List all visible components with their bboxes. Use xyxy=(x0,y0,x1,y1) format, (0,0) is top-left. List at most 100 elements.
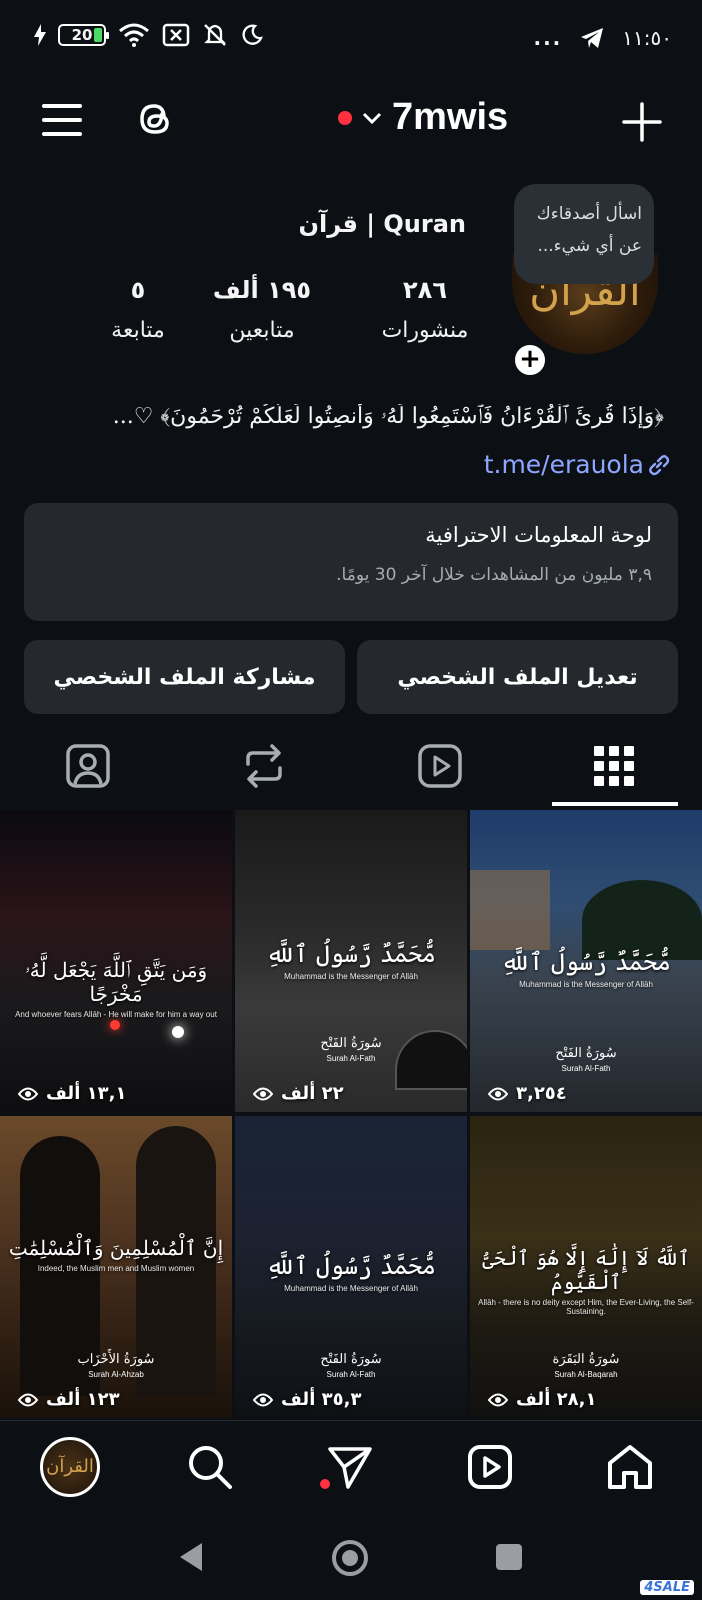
home-icon[interactable] xyxy=(604,1441,656,1493)
threads-icon[interactable] xyxy=(134,98,176,140)
watermark: 4SALE xyxy=(640,1580,694,1595)
telegram-icon xyxy=(581,28,604,48)
post-tile[interactable]: مُّحَمَّدٌ رَّسُولُ ٱللَّهِ Muhammad is … xyxy=(470,810,702,1112)
post-title: مُّحَمَّدٌ رَّسُولُ ٱللَّهِ xyxy=(501,948,671,976)
post-surah: سُورَةُ الأَحْزَاب xyxy=(77,1352,155,1367)
view-count: ٢٨,١ ألف xyxy=(488,1389,596,1410)
sim-off-icon xyxy=(162,23,190,47)
post-text: ٱللَّهُ لَآ إِلَٰهَ إِلَّا هُوَ ٱلْحَىُّ… xyxy=(470,1246,702,1316)
eye-icon xyxy=(488,1393,508,1406)
profile-avatar-tab[interactable]: القرآن xyxy=(40,1437,100,1497)
tagged-icon[interactable] xyxy=(62,740,114,792)
post-translation: Allāh - there is no deity except Him, th… xyxy=(478,1298,694,1316)
post-translation: And whoever fears Allāh - He will make f… xyxy=(15,1010,217,1019)
wifi-icon xyxy=(119,23,149,47)
car-light-shape xyxy=(110,1020,120,1030)
stat-posts[interactable]: ٢٨٦ منشورات xyxy=(355,276,495,343)
eye-icon xyxy=(253,1393,273,1406)
post-tile[interactable]: وَمَن يَتَّقِ ٱللَّهَ يَجْعَل لَّهُۥ مَخ… xyxy=(0,810,232,1112)
post-grid: مُّحَمَّدٌ رَّسُولُ ٱللَّهِ Muhammad is … xyxy=(0,810,702,1418)
direct-icon[interactable] xyxy=(324,1441,376,1493)
post-translation: Muhammad is the Messenger of Allāh xyxy=(284,1284,418,1293)
reposts-icon[interactable] xyxy=(238,740,290,792)
bottom-nav: القرآن xyxy=(0,1420,702,1514)
account-switcher[interactable]: 7mwis xyxy=(338,96,508,139)
post-tile[interactable]: مُّحَمَّدٌ رَّسُولُ ٱللَّهِ Muhammad is … xyxy=(235,1116,467,1418)
post-surah-en: Surah Al-Fath xyxy=(326,1054,376,1063)
post-title: وَمَن يَتَّقِ ٱللَّهَ يَجْعَل لَّهُۥ مَخ… xyxy=(24,958,208,1006)
post-surah-en: Surah Al-Ahzab xyxy=(88,1370,144,1379)
recents-icon[interactable] xyxy=(494,1542,524,1572)
note-bubble[interactable]: اسأل أصدقاءك عن أي شيء... xyxy=(514,184,654,284)
menu-icon[interactable] xyxy=(42,102,82,138)
top-bar: 7mwis xyxy=(0,82,702,162)
post-translation: Muhammad is the Messenger of Allāh xyxy=(284,972,418,981)
share-profile-button[interactable]: مشاركة الملف الشخصي xyxy=(24,640,345,714)
eye-icon xyxy=(253,1087,273,1100)
stat-followers-label: متابعين xyxy=(229,318,295,343)
view-count-value: ١٢٣ ألف xyxy=(46,1389,120,1410)
view-count-value: ١٣,١ ألف xyxy=(46,1083,127,1104)
create-post-icon[interactable] xyxy=(622,102,662,142)
post-surah-en: Surah Al-Baqarah xyxy=(554,1370,618,1379)
post-translation: Indeed, the Muslim men and Muslim women xyxy=(37,1264,195,1273)
status-left: 20 xyxy=(34,22,264,48)
profile-link[interactable]: t.me/erauola xyxy=(484,450,672,479)
post-surah: سُورَةُ الفَتْح xyxy=(555,1046,617,1061)
post-tile[interactable]: إِنَّ ٱلْمُسْلِمِينَ وَٱلْمُسْلِمَٰتِ In… xyxy=(0,1116,232,1418)
view-count: ٢٢ ألف xyxy=(253,1083,344,1104)
view-count-value: ٣,٢٥٤ xyxy=(516,1083,567,1104)
search-icon[interactable] xyxy=(184,1441,236,1493)
more-dots: ... xyxy=(533,26,563,50)
dashboard-title: لوحة المعلومات الاحترافية xyxy=(425,523,652,547)
view-count-value: ٣٥,٣ ألف xyxy=(281,1389,362,1410)
post-surah: سُورَةُ الفَتْح xyxy=(320,1036,382,1051)
profile-tabs xyxy=(0,726,702,808)
building-shape xyxy=(470,870,550,950)
post-text: وَمَن يَتَّقِ ٱللَّهَ يَجْعَل لَّهُۥ مَخ… xyxy=(0,958,232,1019)
post-text: إِنَّ ٱلْمُسْلِمِينَ وَٱلْمُسْلِمَٰتِ In… xyxy=(0,1236,232,1273)
add-story-icon[interactable]: + xyxy=(512,342,548,378)
post-title: ٱللَّهُ لَآ إِلَٰهَ إِلَّا هُوَ ٱلْحَىُّ… xyxy=(482,1246,690,1294)
profile-bio[interactable]: ﴿وَإِذَا قُرِئَ ٱلْقُرْءَانُ فَٱسْتَمِعُ… xyxy=(34,404,664,429)
back-icon[interactable] xyxy=(176,1540,206,1574)
stat-following-value: ٥ xyxy=(130,276,146,304)
post-surah-en: Surah Al-Fath xyxy=(326,1370,376,1379)
battery-icon: 20 xyxy=(58,24,109,46)
status-right: ... ١١:٥٠ xyxy=(533,26,672,50)
username: 7mwis xyxy=(392,96,509,138)
stat-following-label: متابعة xyxy=(111,318,165,343)
profile-link-text: t.me/erauola xyxy=(483,450,644,479)
grid-icon[interactable] xyxy=(588,740,640,792)
post-surah: سُورَةُ الفَتْح xyxy=(320,1352,382,1367)
chevron-down-icon xyxy=(362,112,382,124)
notification-dot xyxy=(338,110,352,125)
view-count-value: ٢٨,١ ألف xyxy=(516,1389,597,1410)
post-title: إِنَّ ٱلْمُسْلِمِينَ وَٱلْمُسْلِمَٰتِ xyxy=(8,1236,224,1260)
view-count: ٣٥,٣ ألف xyxy=(253,1389,361,1410)
reels-icon[interactable] xyxy=(464,1441,516,1493)
professional-dashboard[interactable]: لوحة المعلومات الاحترافية ٣,٩ مليون من ا… xyxy=(24,503,678,621)
stat-posts-value: ٢٨٦ xyxy=(403,276,447,304)
active-tab-indicator xyxy=(552,802,678,806)
post-text: مُّحَمَّدٌ رَّسُولُ ٱللَّهِ Muhammad is … xyxy=(470,948,702,989)
system-nav-bar xyxy=(0,1514,702,1600)
profile-name: Quran | قرآن xyxy=(298,210,466,238)
post-tile[interactable]: ٱللَّهُ لَآ إِلَٰهَ إِلَّا هُوَ ٱلْحَىُّ… xyxy=(470,1116,702,1418)
charging-icon xyxy=(34,24,46,46)
dashboard-subtitle: ٣,٩ مليون من المشاهدات خلال آخر 30 يومًا… xyxy=(336,565,652,585)
stat-following[interactable]: ٥ متابعة xyxy=(68,276,208,343)
view-count: ٣,٢٥٤ xyxy=(488,1083,567,1104)
link-icon xyxy=(649,454,670,475)
home-button-icon[interactable] xyxy=(330,1538,370,1578)
edit-profile-button[interactable]: تعديل الملف الشخصي xyxy=(357,640,678,714)
mute-icon xyxy=(204,24,226,46)
reels-icon[interactable] xyxy=(414,740,466,792)
post-surah: سُورَةُ البَقَرَة xyxy=(552,1352,620,1367)
eye-icon xyxy=(488,1087,508,1100)
view-count: ١٢٣ ألف xyxy=(18,1389,120,1410)
post-tile[interactable]: مُّحَمَّدٌ رَّسُولُ ٱللَّهِ Muhammad is … xyxy=(235,810,467,1112)
clock: ١١:٥٠ xyxy=(622,26,672,50)
moon-icon xyxy=(242,24,263,45)
stat-followers[interactable]: ١٩٥ ألف متابعين xyxy=(192,276,332,343)
